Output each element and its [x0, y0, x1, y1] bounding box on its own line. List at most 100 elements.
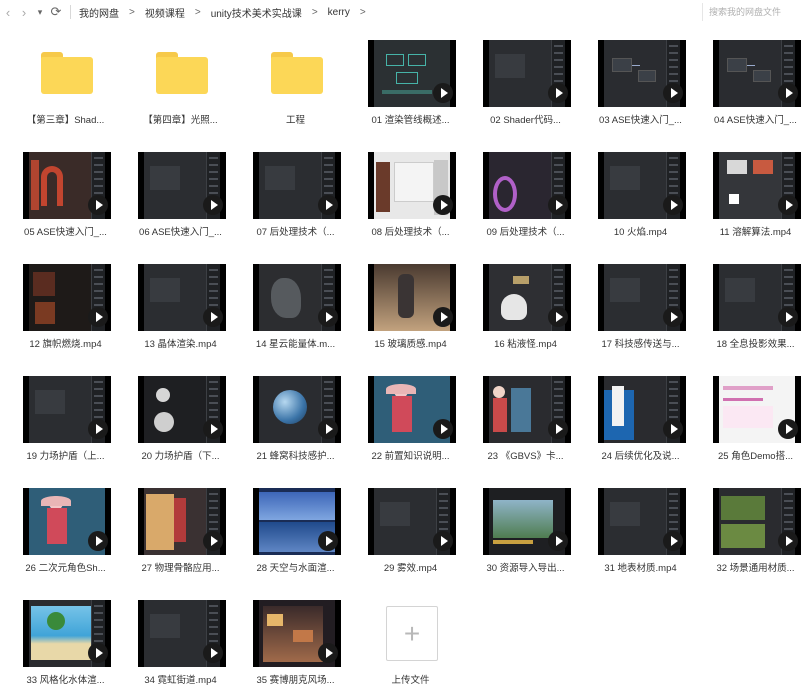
play-icon[interactable] — [88, 307, 108, 327]
play-icon[interactable] — [663, 307, 683, 327]
breadcrumb-item[interactable]: kerry — [326, 7, 352, 18]
video-file-item[interactable]: 29 雾效.mp4 — [353, 484, 468, 596]
video-file-item[interactable]: 19 力场护盾（上... — [8, 372, 123, 484]
refresh-button[interactable]: ⟳ — [48, 2, 64, 22]
video-file-item[interactable]: 03 ASE快速入门_... — [583, 36, 698, 148]
video-file-item[interactable]: 10 火焰.mp4 — [583, 148, 698, 260]
play-icon[interactable] — [318, 643, 338, 663]
video-file-item[interactable]: 07 后处理技术（... — [238, 148, 353, 260]
video-file-item[interactable]: 01 渲染管线概述... — [353, 36, 468, 148]
play-icon[interactable] — [778, 83, 798, 103]
thumbnail-detail — [394, 162, 434, 202]
folder-item[interactable]: 【第四章】光照... — [123, 36, 238, 148]
play-icon[interactable] — [318, 195, 338, 215]
video-file-item[interactable]: 16 粘液怪.mp4 — [468, 260, 583, 372]
play-icon[interactable] — [88, 419, 108, 439]
play-icon[interactable] — [318, 419, 338, 439]
video-file-item[interactable]: 34 霓虹街道.mp4 — [123, 596, 238, 693]
letterbox-left — [253, 600, 259, 667]
play-icon[interactable] — [203, 419, 223, 439]
file-name: 18 全息投影效果... — [716, 339, 795, 350]
file-name: 33 风格化水体渲... — [26, 675, 105, 686]
history-dropdown-button[interactable]: ▾ — [32, 2, 48, 22]
upload-file-item[interactable]: + 上传文件 — [353, 596, 468, 693]
play-icon[interactable] — [548, 195, 568, 215]
play-icon[interactable] — [778, 195, 798, 215]
video-file-item[interactable]: 23 《GBVS》卡... — [468, 372, 583, 484]
play-icon[interactable] — [88, 195, 108, 215]
video-file-item[interactable]: 33 风格化水体渲... — [8, 596, 123, 693]
video-file-item[interactable]: 05 ASE快速入门_... — [8, 148, 123, 260]
video-file-item[interactable]: 20 力场护盾（下... — [123, 372, 238, 484]
letterbox-left — [253, 376, 259, 443]
video-file-item[interactable]: 30 资源导入导出... — [468, 484, 583, 596]
play-icon[interactable] — [433, 83, 453, 103]
play-icon[interactable] — [548, 307, 568, 327]
play-icon[interactable] — [663, 419, 683, 439]
search-input[interactable] — [709, 7, 806, 17]
breadcrumb-item[interactable]: unity技术美术实战课 — [209, 5, 304, 20]
play-icon[interactable] — [433, 195, 453, 215]
video-file-item[interactable]: 09 后处理技术（... — [468, 148, 583, 260]
video-file-item[interactable]: 04 ASE快速入门_... — [698, 36, 810, 148]
video-file-item[interactable]: 06 ASE快速入门_... — [123, 148, 238, 260]
play-icon[interactable] — [203, 195, 223, 215]
video-file-item[interactable]: 35 赛博朋克风场... — [238, 596, 353, 693]
video-file-item[interactable]: 11 溶解算法.mp4 — [698, 148, 810, 260]
video-file-item[interactable]: 31 地表材质.mp4 — [583, 484, 698, 596]
refresh-icon: ⟳ — [50, 4, 62, 19]
video-file-item[interactable]: 14 星云能量体.m... — [238, 260, 353, 372]
play-icon[interactable] — [88, 643, 108, 663]
play-icon[interactable] — [433, 307, 453, 327]
video-file-item[interactable]: 25 角色Demo搭... — [698, 372, 810, 484]
video-file-item[interactable]: 27 物理骨骼应用... — [123, 484, 238, 596]
letterbox-left — [598, 488, 604, 555]
video-file-item[interactable]: 17 科技感传送与... — [583, 260, 698, 372]
letterbox-left — [23, 488, 29, 555]
file-name: 28 天空与水面渲... — [256, 563, 335, 574]
upload-button[interactable]: + — [386, 606, 438, 661]
file-name: 【第四章】光照... — [143, 115, 218, 126]
video-file-item[interactable]: 13 晶体渲染.mp4 — [123, 260, 238, 372]
play-icon[interactable] — [88, 531, 108, 551]
chevron-down-icon: ▾ — [37, 6, 43, 17]
play-icon[interactable] — [433, 531, 453, 551]
video-file-item[interactable]: 08 后处理技术（... — [353, 148, 468, 260]
breadcrumb-separator-icon: > — [194, 6, 201, 18]
video-file-item[interactable]: 26 二次元角色Sh... — [8, 484, 123, 596]
play-icon[interactable] — [778, 531, 798, 551]
video-file-item[interactable]: 02 Shader代码... — [468, 36, 583, 148]
letterbox-left — [483, 488, 489, 555]
video-file-item[interactable]: 18 全息投影效果... — [698, 260, 810, 372]
play-icon[interactable] — [203, 531, 223, 551]
play-icon[interactable] — [548, 531, 568, 551]
video-file-item[interactable]: 32 场景通用材质... — [698, 484, 810, 596]
breadcrumb-item[interactable]: 视频课程 — [143, 5, 187, 20]
search-box[interactable] — [702, 3, 806, 21]
video-file-item[interactable]: 15 玻璃质感.mp4 — [353, 260, 468, 372]
video-file-item[interactable]: 24 后续优化及说... — [583, 372, 698, 484]
play-icon[interactable] — [663, 531, 683, 551]
breadcrumb-item[interactable]: 我的网盘 — [77, 5, 121, 20]
play-icon[interactable] — [548, 83, 568, 103]
play-icon[interactable] — [778, 419, 798, 439]
play-icon[interactable] — [778, 307, 798, 327]
play-icon[interactable] — [548, 419, 568, 439]
video-file-item[interactable]: 12 旗帜燃烧.mp4 — [8, 260, 123, 372]
play-icon[interactable] — [318, 531, 338, 551]
play-icon[interactable] — [203, 643, 223, 663]
play-icon[interactable] — [663, 195, 683, 215]
folder-item[interactable]: 工程 — [238, 36, 353, 148]
letterbox-left — [368, 488, 374, 555]
video-file-item[interactable]: 21 蜂窝科技感护... — [238, 372, 353, 484]
video-file-item[interactable]: 22 前置知识说明... — [353, 372, 468, 484]
video-file-item[interactable]: 28 天空与水面渲... — [238, 484, 353, 596]
forward-button[interactable]: › — [16, 2, 32, 22]
folder-item[interactable]: 【第三章】Shad... — [8, 36, 123, 148]
thumbnail-detail — [511, 388, 531, 432]
play-icon[interactable] — [203, 307, 223, 327]
back-button[interactable]: ‹ — [0, 2, 16, 22]
play-icon[interactable] — [433, 419, 453, 439]
play-icon[interactable] — [663, 83, 683, 103]
play-icon[interactable] — [318, 307, 338, 327]
